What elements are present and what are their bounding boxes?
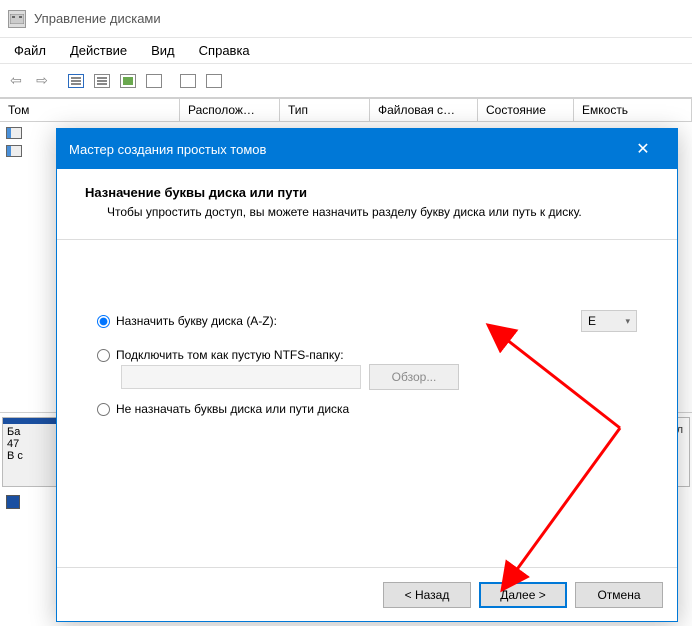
mount-path-input	[121, 365, 361, 389]
col-capacity[interactable]: Емкость	[574, 99, 692, 121]
toolbar-btn-1[interactable]	[64, 69, 88, 93]
volume-icon	[6, 127, 22, 139]
mount-path-row: Обзор...	[97, 364, 637, 390]
wizard-header: Назначение буквы диска или пути Чтобы уп…	[57, 169, 677, 231]
option-assign-letter[interactable]: Назначить букву диска (A-Z):	[97, 314, 277, 328]
cancel-button[interactable]: Отмена	[575, 582, 663, 608]
close-icon: ✕	[636, 139, 649, 159]
next-button[interactable]: Далее >	[479, 582, 567, 608]
volume-icon	[6, 145, 22, 157]
option-assign-letter-label: Назначить букву диска (A-Z):	[116, 314, 277, 328]
wizard-body: Назначить букву диска (A-Z): E ▾ Подключ…	[57, 240, 677, 567]
toolbar-btn-5[interactable]	[176, 69, 200, 93]
radio-mount[interactable]	[97, 349, 110, 362]
option-none[interactable]: Не назначать буквы диска или пути диска	[97, 402, 349, 416]
volume-table-header: Том Располож… Тип Файловая с… Состояние …	[0, 98, 692, 122]
option-mount[interactable]: Подключить том как пустую NTFS-папку:	[97, 348, 344, 362]
toolbar-btn-4[interactable]	[142, 69, 166, 93]
drive-letter-value: E	[588, 314, 596, 328]
wizard-subheading: Чтобы упростить доступ, вы можете назнач…	[85, 204, 649, 221]
toolbar: ⇦ ⇨	[0, 64, 692, 98]
back-button[interactable]: < Назад	[383, 582, 471, 608]
option-mount-label: Подключить том как пустую NTFS-папку:	[116, 348, 344, 362]
refresh-icon	[120, 74, 136, 88]
legend-swatch-icon	[6, 495, 20, 509]
props-icon	[180, 74, 196, 88]
wizard-heading: Назначение буквы диска или пути	[85, 185, 649, 200]
chevron-down-icon: ▾	[625, 316, 630, 327]
radio-assign-letter[interactable]	[97, 315, 110, 328]
toolbar-btn-2[interactable]	[90, 69, 114, 93]
arrow-left-icon: ⇦	[10, 72, 22, 89]
option-none-label: Не назначать буквы диска или пути диска	[116, 402, 349, 416]
col-type[interactable]: Тип	[280, 99, 370, 121]
drive-letter-select[interactable]: E ▾	[581, 310, 637, 332]
menu-view[interactable]: Вид	[141, 39, 185, 62]
wizard-titlebar[interactable]: Мастер создания простых томов ✕	[57, 129, 677, 169]
panel-icon	[68, 74, 84, 88]
col-fs[interactable]: Файловая с…	[370, 99, 478, 121]
close-button[interactable]: ✕	[621, 129, 665, 169]
app-titlebar: Управление дисками	[0, 0, 692, 38]
col-volume[interactable]: Том	[0, 99, 180, 121]
col-status[interactable]: Состояние	[478, 99, 574, 121]
browse-button: Обзор...	[369, 364, 459, 390]
menu-file[interactable]: Файл	[4, 39, 56, 62]
wizard-title: Мастер создания простых томов	[69, 142, 266, 157]
disk-management-icon	[8, 10, 26, 28]
radio-none[interactable]	[97, 403, 110, 416]
menu-action[interactable]: Действие	[60, 39, 137, 62]
wizard-dialog: Мастер создания простых томов ✕ Назначен…	[56, 128, 678, 622]
window-title: Управление дисками	[34, 11, 161, 26]
list-icon	[94, 74, 110, 88]
menubar: Файл Действие Вид Справка	[0, 38, 692, 64]
grid-icon	[146, 74, 162, 88]
toolbar-btn-6[interactable]	[202, 69, 226, 93]
check-icon	[206, 74, 222, 88]
option-none-row: Не назначать буквы диска или пути диска	[97, 402, 637, 416]
nav-back-button[interactable]: ⇦	[4, 69, 28, 93]
toolbar-btn-3[interactable]	[116, 69, 140, 93]
option-assign-letter-row: Назначить букву диска (A-Z): E ▾	[97, 310, 637, 332]
col-layout[interactable]: Располож…	[180, 99, 280, 121]
arrow-right-icon: ⇨	[36, 72, 48, 89]
menu-help[interactable]: Справка	[189, 39, 260, 62]
wizard-footer: < Назад Далее > Отмена	[57, 567, 677, 621]
option-mount-row: Подключить том как пустую NTFS-папку:	[97, 348, 637, 362]
nav-forward-button[interactable]: ⇨	[30, 69, 54, 93]
